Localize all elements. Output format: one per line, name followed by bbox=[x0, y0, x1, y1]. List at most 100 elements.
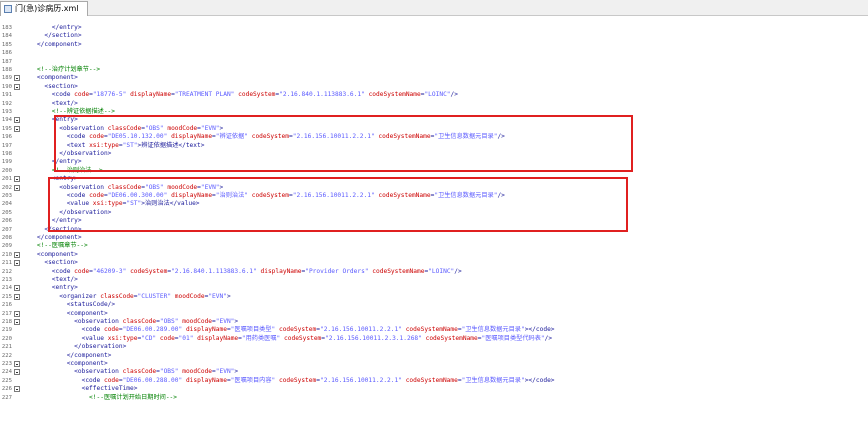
code-text: <component> bbox=[22, 309, 108, 317]
fold-toggle-icon[interactable] bbox=[14, 125, 20, 132]
fold-toggle-icon[interactable] bbox=[14, 83, 20, 90]
code-line[interactable]: 187 bbox=[0, 58, 868, 66]
code-line[interactable]: 220 <value xsi:type="CD" code="01" displ… bbox=[0, 335, 868, 343]
line-number: 198 bbox=[1, 151, 12, 157]
line-number: 197 bbox=[1, 142, 12, 149]
line-number: 217 bbox=[1, 310, 12, 317]
code-line[interactable]: 208 </component> bbox=[0, 234, 868, 242]
code-line[interactable]: 210 <component> bbox=[0, 251, 868, 259]
line-number: 183 bbox=[1, 25, 12, 31]
code-text: <code code="DE06.00.289.00" displayName=… bbox=[22, 326, 555, 334]
fold-toggle-icon[interactable] bbox=[14, 285, 20, 292]
code-line[interactable]: 186 bbox=[0, 49, 868, 57]
code-line[interactable]: 219 <code code="DE06.00.289.00" displayN… bbox=[0, 326, 868, 334]
line-number: 224 bbox=[1, 369, 12, 376]
code-text: <code code="18776-5" displayName="TREATM… bbox=[22, 91, 458, 99]
code-line[interactable]: 213 <text/> bbox=[0, 276, 868, 284]
code-line[interactable]: 190 <section> bbox=[0, 83, 868, 91]
code-line[interactable]: 209 <!--医嘱章节--> bbox=[0, 242, 868, 250]
code-line[interactable]: 224 <observation classCode="OBS" moodCod… bbox=[0, 368, 868, 376]
fold-toggle-icon[interactable] bbox=[14, 319, 20, 325]
line-number: 212 bbox=[1, 268, 12, 275]
line-number: 227 bbox=[1, 394, 12, 401]
code-line[interactable]: 215 <organizer classCode="CLUSTER" moodC… bbox=[0, 293, 868, 301]
code-text: <effectiveTime> bbox=[22, 385, 138, 393]
code-text: <!--医嘱章节--> bbox=[22, 242, 88, 250]
code-line[interactable]: 188 <!--治疗计划章节--> bbox=[0, 66, 868, 74]
highlight-box-treatment-principle bbox=[48, 177, 628, 232]
line-number: 225 bbox=[1, 377, 12, 384]
code-line[interactable]: 214 <entry> bbox=[0, 284, 868, 292]
tab-file[interactable]: 门(急)诊病历.xml bbox=[0, 1, 88, 16]
code-line[interactable]: 183 </entry> bbox=[0, 24, 868, 32]
code-line[interactable]: 217 <component> bbox=[0, 310, 868, 318]
line-number: 214 bbox=[1, 285, 12, 292]
line-number: 219 bbox=[1, 327, 12, 334]
code-line[interactable]: 227 <!--医嘱计划开始日期时间--> bbox=[0, 394, 868, 402]
tab-bar: 门(急)诊病历.xml bbox=[0, 0, 868, 16]
line-number: 189 bbox=[1, 75, 12, 82]
line-number: 201 bbox=[1, 176, 12, 183]
code-text: <code code="DE06.00.288.00" displayName=… bbox=[22, 376, 555, 384]
code-line[interactable]: 192 <text/> bbox=[0, 100, 868, 108]
fold-toggle-icon[interactable] bbox=[14, 293, 20, 300]
fold-toggle-icon[interactable] bbox=[14, 184, 20, 191]
code-text: <entry> bbox=[22, 284, 78, 292]
code-text: <section> bbox=[22, 82, 78, 90]
line-number: 222 bbox=[1, 352, 12, 359]
line-number: 220 bbox=[1, 335, 12, 342]
code-line[interactable]: 221 </observation> bbox=[0, 343, 868, 351]
fold-toggle-icon[interactable] bbox=[14, 176, 20, 183]
code-line[interactable]: 189 <component> bbox=[0, 74, 868, 82]
line-number: 207 bbox=[1, 226, 12, 233]
line-number: 194 bbox=[1, 117, 12, 124]
fold-toggle-icon[interactable] bbox=[14, 361, 20, 367]
line-number: 193 bbox=[1, 109, 12, 115]
fold-toggle-icon[interactable] bbox=[14, 75, 20, 82]
fold-toggle-icon[interactable] bbox=[14, 310, 20, 317]
code-line[interactable]: 223 <component> bbox=[0, 360, 868, 368]
fold-toggle-icon[interactable] bbox=[14, 251, 20, 258]
code-text: <observation classCode="OBS" moodCode="E… bbox=[22, 368, 239, 376]
fold-toggle-icon[interactable] bbox=[14, 117, 20, 124]
code-line[interactable]: 216 <statusCode/> bbox=[0, 301, 868, 309]
line-number: 223 bbox=[1, 361, 12, 367]
line-number: 199 bbox=[1, 159, 12, 166]
code-text: <component> bbox=[22, 74, 78, 82]
fold-toggle-icon[interactable] bbox=[14, 386, 20, 393]
line-number: 205 bbox=[1, 209, 12, 216]
code-line[interactable]: 184 </section> bbox=[0, 32, 868, 40]
line-number: 226 bbox=[1, 386, 12, 393]
code-line[interactable]: 212 <code code="46209-3" codeSystem="2.1… bbox=[0, 268, 868, 276]
code-text: <!--治疗计划章节--> bbox=[22, 66, 101, 73]
code-text: <text/> bbox=[22, 99, 78, 107]
code-text: <component> bbox=[22, 360, 108, 367]
fold-toggle-icon[interactable] bbox=[14, 260, 20, 267]
code-text: <statusCode/> bbox=[22, 301, 116, 309]
code-line[interactable]: 226 <effectiveTime> bbox=[0, 385, 868, 393]
code-text: <code code="46209-3" codeSystem="2.16.84… bbox=[22, 267, 462, 275]
file-icon bbox=[4, 5, 12, 13]
line-number: 215 bbox=[1, 293, 12, 300]
fold-toggle-icon[interactable] bbox=[14, 369, 20, 376]
code-line[interactable]: 211 <section> bbox=[0, 259, 868, 267]
code-line[interactable]: 185 </component> bbox=[0, 41, 868, 49]
code-text: </section> bbox=[22, 32, 82, 40]
line-number: 204 bbox=[1, 201, 12, 208]
line-number: 188 bbox=[1, 67, 12, 73]
code-line[interactable]: 191 <code code="18776-5" displayName="TR… bbox=[0, 91, 868, 99]
line-number: 218 bbox=[1, 319, 12, 325]
line-number: 191 bbox=[1, 92, 12, 99]
line-number: 209 bbox=[1, 243, 12, 250]
tab-label: 门(急)诊病历.xml bbox=[15, 4, 79, 13]
code-line[interactable]: 222 </component> bbox=[0, 352, 868, 360]
line-number: 185 bbox=[1, 41, 12, 48]
code-text: </component> bbox=[22, 351, 112, 359]
line-number: 190 bbox=[1, 83, 12, 90]
code-text: <value xsi:type="CD" code="01" displayNa… bbox=[22, 334, 553, 342]
code-text: </entry> bbox=[22, 24, 82, 31]
code-text: <!--医嘱计划开始日期时间--> bbox=[22, 393, 178, 401]
line-number: 206 bbox=[1, 218, 12, 225]
code-line[interactable]: 225 <code code="DE06.00.288.00" displayN… bbox=[0, 377, 868, 385]
line-number: 187 bbox=[1, 58, 12, 65]
